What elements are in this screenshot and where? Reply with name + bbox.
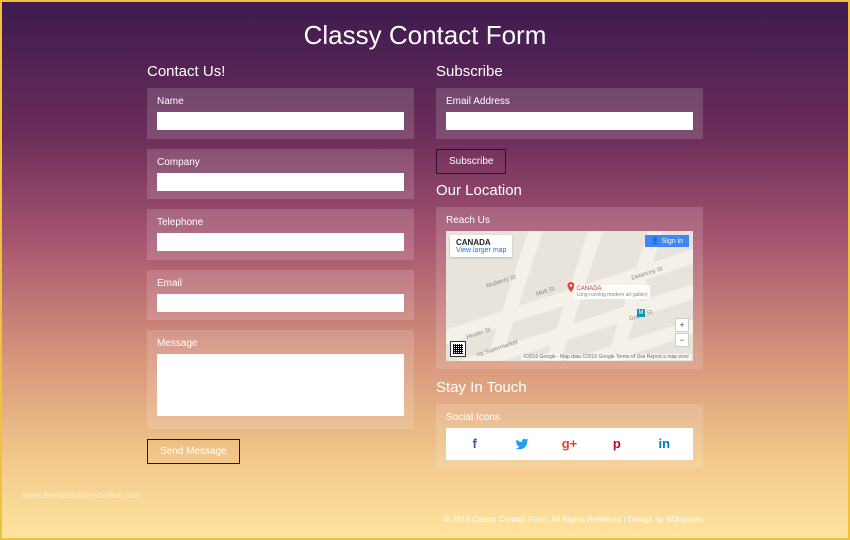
watermark-text: www.freetemplatesonline.com	[22, 490, 142, 500]
view-larger-link[interactable]: View larger map	[456, 247, 506, 254]
pinterest-icon[interactable]: p	[606, 433, 628, 455]
metro-icon: M	[637, 309, 645, 317]
message-field-box: Message	[147, 330, 414, 429]
email-input[interactable]	[157, 294, 404, 312]
marker-label: CANADA Long-running modern art gallery	[574, 285, 649, 299]
subscribe-email-label: Email Address	[446, 96, 693, 107]
social-box: Social Icons f g+ p in	[436, 404, 703, 468]
send-message-button[interactable]: Send Message	[147, 439, 240, 464]
linkedin-icon[interactable]: in	[653, 433, 675, 455]
facebook-icon[interactable]: f	[464, 433, 486, 455]
signin-icon: 👤	[651, 238, 660, 245]
zoom-out-button[interactable]: −	[675, 333, 689, 347]
company-label: Company	[157, 157, 404, 168]
contact-column: Contact Us! Name Company Telephone Email…	[147, 63, 414, 468]
twitter-icon[interactable]	[511, 433, 533, 455]
reach-us-label: Reach Us	[446, 215, 693, 226]
contact-heading: Contact Us!	[147, 63, 414, 80]
social-icons-label: Social Icons	[446, 412, 693, 423]
message-textarea[interactable]	[157, 354, 404, 416]
page-title: Classy Contact Form	[2, 2, 848, 63]
map-country: CANADA	[456, 238, 506, 247]
email-field-box: Email	[147, 270, 414, 321]
email-label: Email	[157, 278, 404, 289]
map-signin-button[interactable]: 👤 Sign in	[645, 235, 689, 247]
map-attribution: ©2016 Google - Map data ©2016 Google Ter…	[521, 354, 691, 360]
name-input[interactable]	[157, 112, 404, 130]
right-column: Subscribe Email Address Subscribe Our Lo…	[436, 63, 703, 468]
map-info-card[interactable]: CANADA View larger map	[450, 235, 512, 257]
subscribe-heading: Subscribe	[436, 63, 703, 80]
stay-heading: Stay In Touch	[436, 379, 703, 396]
subscribe-email-box: Email Address	[436, 88, 703, 139]
telephone-label: Telephone	[157, 217, 404, 228]
footer-text: © 2016 Classy Contact Form. All Rights R…	[444, 515, 703, 524]
map-qr-icon	[450, 341, 466, 357]
subscribe-email-input[interactable]	[446, 112, 693, 130]
location-heading: Our Location	[436, 182, 703, 199]
telephone-input[interactable]	[157, 233, 404, 251]
name-label: Name	[157, 96, 404, 107]
message-label: Message	[157, 338, 404, 349]
company-field-box: Company	[147, 149, 414, 200]
telephone-field-box: Telephone	[147, 209, 414, 260]
map-box: Reach Us Mulberry St Mott St Delancey St…	[436, 207, 703, 369]
company-input[interactable]	[157, 173, 404, 191]
name-field-box: Name	[147, 88, 414, 139]
googleplus-icon[interactable]: g+	[558, 433, 580, 455]
subscribe-button[interactable]: Subscribe	[436, 149, 506, 174]
zoom-in-button[interactable]: +	[675, 318, 689, 332]
map[interactable]: Mulberry St Mott St Delancey St Grand St…	[446, 231, 693, 361]
